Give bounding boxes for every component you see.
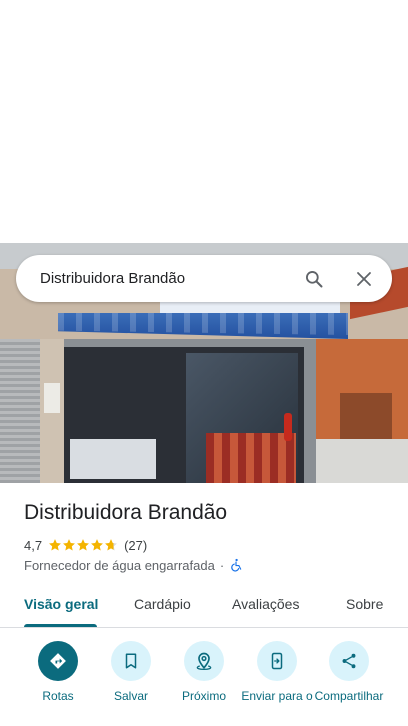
close-icon[interactable]	[352, 267, 376, 291]
photo-shutter	[0, 339, 40, 483]
share-label: Compartilhar	[314, 689, 384, 703]
rating-row[interactable]: 4,7 (27)	[24, 536, 147, 554]
star-icon	[77, 539, 90, 551]
star-icon	[63, 539, 76, 551]
send-to-phone-icon[interactable]	[257, 641, 297, 681]
send-to-phone-button[interactable]: Enviar para o	[237, 641, 317, 719]
tab-sobre[interactable]: Sobre	[346, 596, 383, 612]
place-title: Distribuidora Brandão	[24, 501, 228, 524]
share-icon[interactable]	[329, 641, 369, 681]
save-label: Salvar	[113, 689, 148, 703]
photo-extinguisher	[284, 413, 292, 441]
save-button[interactable]: Salvar	[91, 641, 171, 719]
tab-cardapio[interactable]: Cardápio	[134, 596, 191, 612]
directions-label: Rotas	[42, 689, 74, 703]
search-query[interactable]: Distribuidora Brandão	[40, 270, 302, 287]
rating-value: 4,7	[24, 537, 43, 553]
tab-visao-geral[interactable]: Visão geral	[24, 596, 98, 612]
send-to-phone-label: Enviar para o	[241, 689, 313, 703]
star-icon	[91, 539, 104, 551]
photo-fridge	[70, 439, 156, 479]
star-half-icon	[105, 539, 118, 551]
tab-avaliacoes[interactable]: Avaliações	[232, 596, 299, 612]
category-row: Fornecedor de água engarrafada ·	[24, 556, 243, 574]
wheelchair-accessible-icon	[231, 558, 242, 572]
share-button[interactable]: Compartilhar	[309, 641, 389, 719]
separator-dot: ·	[219, 557, 225, 573]
search-bar[interactable]: Distribuidora Brandão	[16, 255, 392, 302]
directions-button[interactable]: Rotas	[18, 641, 98, 719]
directions-icon[interactable]	[38, 641, 78, 681]
photo-lower-wall	[316, 439, 408, 483]
nearby-label: Próximo	[181, 689, 226, 703]
rating-stars	[48, 538, 118, 552]
active-tab-indicator	[24, 624, 97, 627]
search-icon[interactable]	[302, 267, 326, 291]
bookmark-icon[interactable]	[111, 641, 151, 681]
map-area[interactable]	[0, 0, 408, 243]
tab-bar: Visão geral Cardápio Avaliações Sobre	[0, 588, 408, 628]
star-icon	[49, 539, 62, 551]
nearby-button[interactable]: Próximo	[164, 641, 244, 719]
place-category: Fornecedor de água engarrafada	[24, 557, 215, 573]
photo-boxes	[206, 433, 296, 483]
nearby-icon[interactable]	[184, 641, 224, 681]
photo-poster	[44, 383, 60, 413]
review-count[interactable]: (27)	[124, 538, 147, 553]
